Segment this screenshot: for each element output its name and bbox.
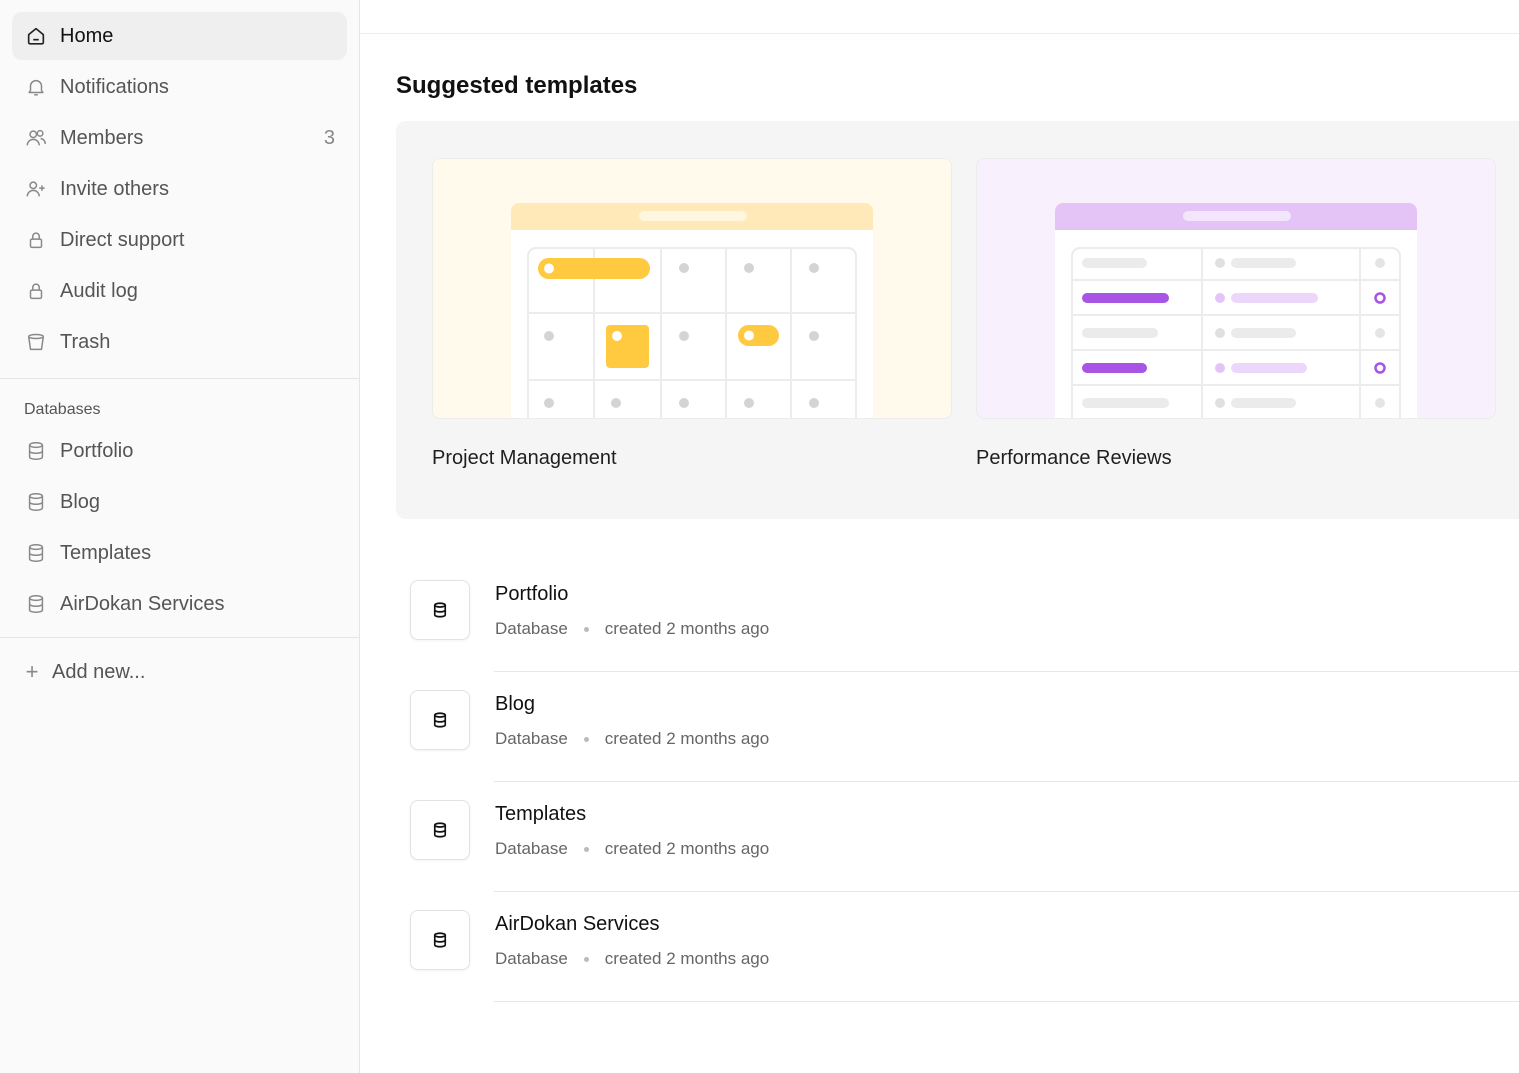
template-name[interactable]: Project Management bbox=[432, 447, 952, 470]
sidebar-item-label: Notifications bbox=[60, 75, 169, 98]
database-type: Database bbox=[495, 619, 568, 638]
sidebar-item-label: Blog bbox=[60, 490, 101, 513]
database-icon bbox=[24, 541, 48, 565]
database-created: created 2 months ago bbox=[604, 619, 770, 638]
app-window: Home Notifications Members 3 Invite othe… bbox=[0, 0, 1519, 1073]
separator-dot bbox=[583, 846, 589, 852]
sidebar-item-portfolio[interactable]: Portfolio bbox=[12, 427, 347, 475]
separator-dot bbox=[583, 736, 589, 742]
sidebar-item-label: Members bbox=[60, 126, 144, 149]
home-icon bbox=[24, 24, 48, 48]
plus-icon: + bbox=[25, 659, 39, 684]
database-icon bbox=[410, 910, 470, 970]
bell-icon bbox=[24, 75, 48, 99]
add-new-button[interactable]: + Add new... bbox=[12, 648, 347, 696]
sidebar-item-direct-support[interactable]: Direct support bbox=[12, 216, 347, 264]
database-meta: Database created 2 months ago bbox=[495, 619, 769, 639]
template-preview-performance-reviews[interactable] bbox=[976, 158, 1496, 419]
add-new-label: Add new... bbox=[52, 660, 146, 683]
sidebar-item-trash[interactable]: Trash bbox=[12, 318, 347, 366]
lock-icon bbox=[24, 228, 48, 252]
separator-dot bbox=[583, 956, 589, 962]
database-icon bbox=[410, 690, 470, 750]
database-icon bbox=[410, 800, 470, 860]
database-row-templates[interactable]: Templates Database created 2 months ago bbox=[410, 782, 1519, 892]
database-name[interactable]: AirDokan Services bbox=[495, 913, 660, 936]
main-content: Suggested templates Project Management P… bbox=[360, 0, 1519, 1073]
database-type: Database bbox=[495, 839, 568, 858]
sidebar-item-notifications[interactable]: Notifications bbox=[12, 63, 347, 111]
calendar-illustration bbox=[433, 159, 951, 418]
sidebar-item-blog[interactable]: Blog bbox=[12, 478, 347, 526]
sidebar-item-members[interactable]: Members 3 bbox=[12, 114, 347, 162]
sidebar-item-label: Direct support bbox=[60, 228, 185, 251]
suggested-templates-title: Suggested templates bbox=[396, 72, 638, 99]
trash-icon bbox=[24, 330, 48, 354]
top-bar bbox=[360, 0, 1519, 34]
template-card-performance-reviews[interactable]: Performance Reviews bbox=[976, 158, 1496, 470]
database-created: created 2 months ago bbox=[604, 949, 770, 968]
database-name[interactable]: Portfolio bbox=[495, 583, 568, 606]
database-row-blog[interactable]: Blog Database created 2 months ago bbox=[410, 672, 1519, 782]
table-illustration bbox=[977, 159, 1495, 418]
databases-section-label: Databases bbox=[24, 401, 101, 418]
database-type: Database bbox=[495, 729, 568, 748]
database-list: Portfolio Database created 2 months ago … bbox=[410, 562, 1519, 1002]
template-preview-project-management[interactable] bbox=[432, 158, 952, 419]
template-card-project-management[interactable]: Project Management bbox=[432, 158, 952, 470]
database-meta: Database created 2 months ago bbox=[495, 839, 769, 859]
sidebar-item-label: Portfolio bbox=[60, 439, 134, 462]
sidebar-item-label: Home bbox=[60, 24, 114, 47]
sidebar: Home Notifications Members 3 Invite othe… bbox=[0, 0, 360, 1073]
database-icon bbox=[24, 490, 48, 514]
sidebar-nav: Home Notifications Members 3 Invite othe… bbox=[0, 0, 359, 366]
sidebar-item-label: Templates bbox=[60, 541, 152, 564]
row-divider bbox=[494, 1001, 1519, 1002]
database-row-portfolio[interactable]: Portfolio Database created 2 months ago bbox=[410, 562, 1519, 672]
members-count-badge: 3 bbox=[323, 126, 335, 149]
database-created: created 2 months ago bbox=[604, 729, 770, 748]
database-meta: Database created 2 months ago bbox=[495, 729, 769, 749]
database-row-airdokan-services[interactable]: AirDokan Services Database created 2 mon… bbox=[410, 892, 1519, 1002]
sidebar-item-templates[interactable]: Templates bbox=[12, 529, 347, 577]
sidebar-item-label: Trash bbox=[60, 330, 111, 353]
lock-icon bbox=[24, 279, 48, 303]
database-icon bbox=[24, 592, 48, 616]
database-name[interactable]: Blog bbox=[495, 693, 535, 716]
sidebar-item-airdokan-services[interactable]: AirDokan Services bbox=[12, 580, 347, 628]
templates-panel: Project Management Performance Reviews bbox=[396, 121, 1519, 519]
database-icon bbox=[24, 439, 48, 463]
database-created: created 2 months ago bbox=[604, 839, 770, 858]
sidebar-item-label: Invite others bbox=[60, 177, 169, 200]
sidebar-databases: Portfolio Blog Templates AirDokan Servic… bbox=[0, 427, 359, 628]
template-name[interactable]: Performance Reviews bbox=[976, 447, 1496, 470]
sidebar-item-label: AirDokan Services bbox=[60, 592, 225, 615]
sidebar-item-label: Audit log bbox=[60, 279, 138, 302]
sidebar-item-audit-log[interactable]: Audit log bbox=[12, 267, 347, 315]
sidebar-item-invite-others[interactable]: Invite others bbox=[12, 165, 347, 213]
sidebar-divider bbox=[0, 637, 359, 638]
database-icon bbox=[410, 580, 470, 640]
users-icon bbox=[24, 126, 48, 150]
user-plus-icon bbox=[24, 177, 48, 201]
database-name[interactable]: Templates bbox=[495, 803, 586, 826]
database-type: Database bbox=[495, 949, 568, 968]
database-meta: Database created 2 months ago bbox=[495, 949, 769, 969]
sidebar-item-home[interactable]: Home bbox=[12, 12, 347, 60]
separator-dot bbox=[583, 626, 589, 632]
